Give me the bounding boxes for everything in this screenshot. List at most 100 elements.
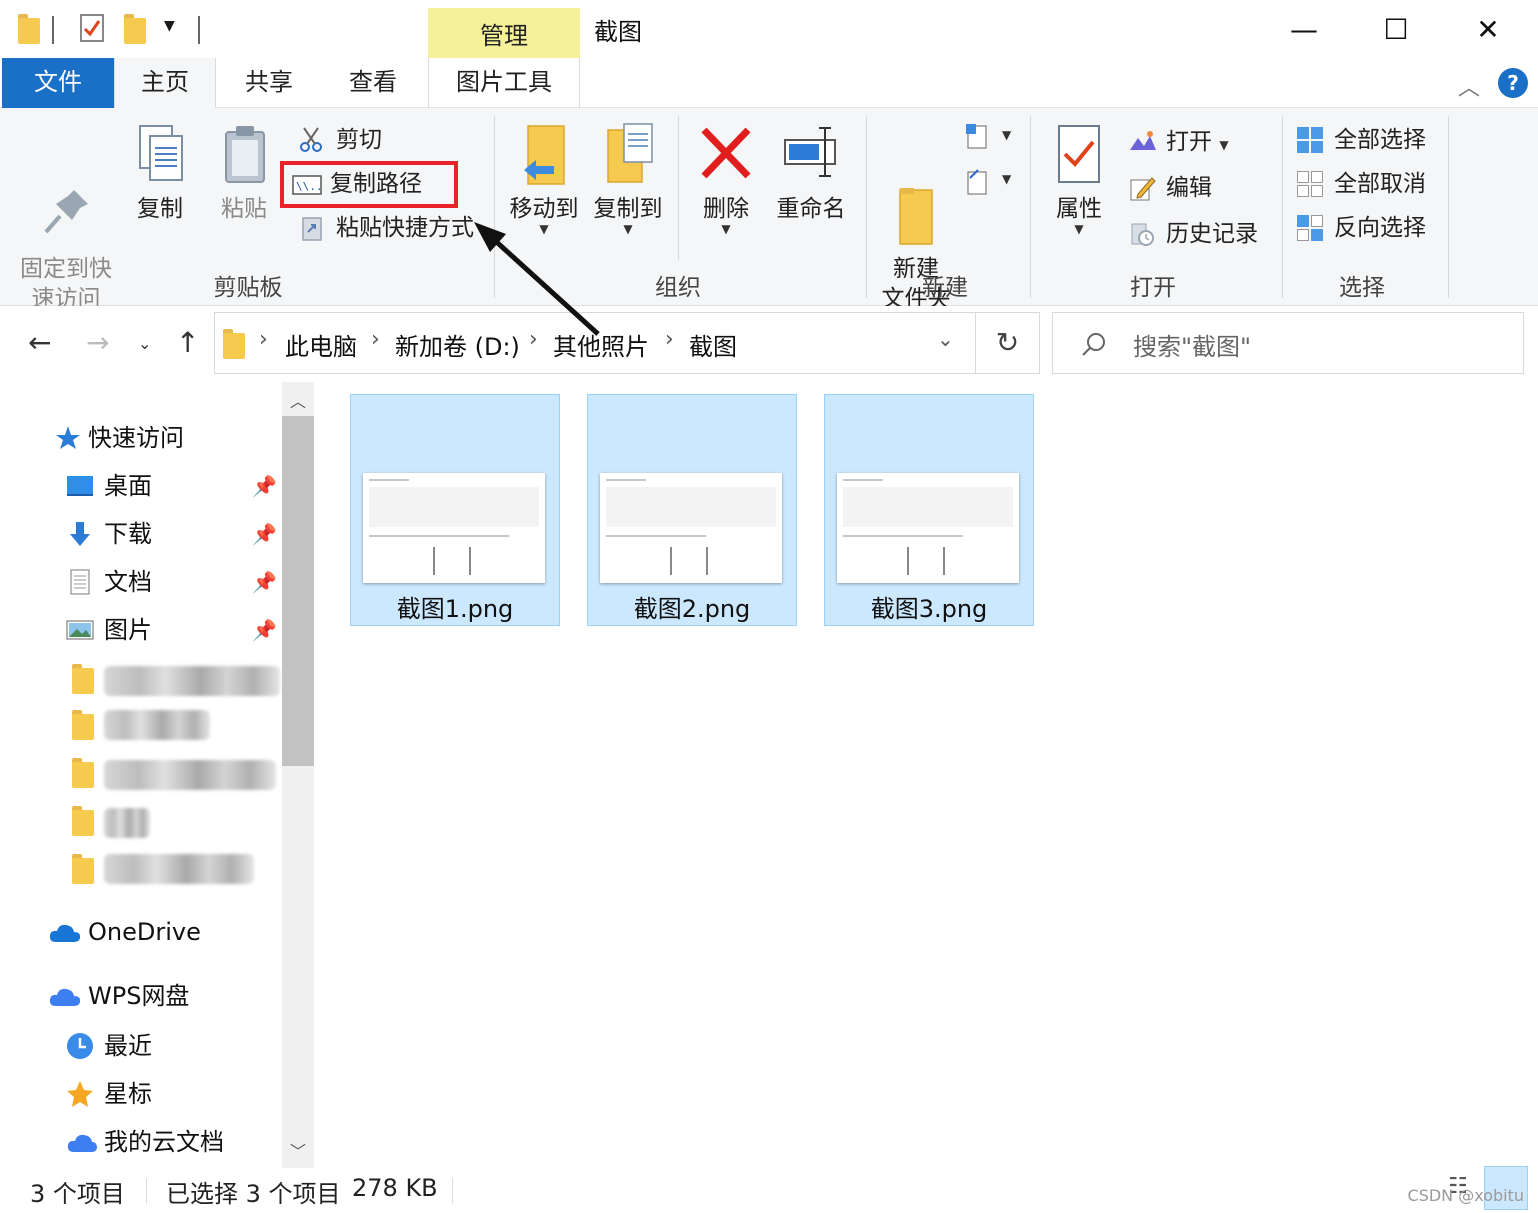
nav-starred[interactable]: 星标: [66, 1072, 152, 1116]
item-count: 3 个项目: [30, 1180, 125, 1208]
properties-button[interactable]: 属性 ▼: [1046, 120, 1112, 235]
pin-icon[interactable]: 📌: [252, 522, 277, 546]
search-placeholder: 搜索"截图": [1133, 333, 1252, 361]
nav-quick-access[interactable]: 快速访问: [54, 416, 184, 460]
chevron-down-icon: ▼: [1002, 128, 1012, 142]
tab-manage[interactable]: 管理: [428, 8, 580, 58]
nav-wps-drive[interactable]: WPS网盘: [48, 974, 189, 1018]
history-button[interactable]: 历史记录: [1128, 214, 1258, 254]
select-all-button[interactable]: 全部选择: [1296, 120, 1426, 160]
tab-view[interactable]: 查看: [322, 58, 424, 108]
open-button[interactable]: 打开 ▼: [1128, 122, 1229, 162]
invert-selection-icon: [1296, 214, 1324, 242]
open-label: 打开: [1166, 129, 1212, 155]
file-item[interactable]: 截图3.png: [824, 394, 1034, 626]
refresh-button[interactable]: ↻: [976, 312, 1040, 374]
nav-documents[interactable]: 文档: [66, 560, 152, 604]
group-divider: [494, 116, 495, 298]
chevron-right-icon[interactable]: ›: [665, 327, 674, 352]
breadcrumb-drive-d[interactable]: 新加卷 (D:): [395, 327, 520, 362]
redacted-folder-name[interactable]: [104, 760, 276, 790]
paste-button[interactable]: 粘贴: [212, 120, 276, 224]
folder-icon: [72, 664, 94, 694]
recent-locations-chevron-icon[interactable]: ⌄: [138, 334, 151, 353]
select-all-icon: [1296, 126, 1324, 154]
minimize-button[interactable]: —: [1274, 8, 1334, 52]
scrollbar-thumb[interactable]: [282, 416, 314, 766]
easy-access-button[interactable]: ▼: [964, 166, 1014, 196]
redacted-folder-name[interactable]: [104, 854, 254, 884]
folder-icon: [72, 710, 94, 740]
nav-recent[interactable]: 最近: [66, 1024, 152, 1068]
paste-shortcut-button[interactable]: 粘贴快捷方式: [298, 208, 474, 248]
back-arrow-icon[interactable]: ←: [28, 326, 51, 359]
cut-button[interactable]: 剪切: [298, 120, 382, 160]
edit-label: 编辑: [1166, 175, 1212, 201]
nav-label: 桌面: [104, 472, 152, 500]
scroll-up-arrow-icon[interactable]: ︿: [282, 388, 314, 412]
tab-share[interactable]: 共享: [218, 58, 320, 108]
properties-check-icon: [1049, 120, 1109, 190]
move-to-button[interactable]: 移动到 ▼: [506, 120, 582, 235]
open-icon: [1128, 128, 1156, 156]
nav-my-cloud-docs[interactable]: 我的云文档: [66, 1120, 224, 1164]
breadcrumb-screenshots[interactable]: 截图: [689, 327, 737, 362]
divider: [452, 1178, 453, 1204]
pin-quick-access-button[interactable]: 固定到快 速访问: [14, 120, 118, 314]
chevron-down-icon: ▼: [623, 222, 633, 236]
tab-home[interactable]: 主页: [114, 58, 216, 109]
quick-access-dropdown-icon[interactable]: ▼: [164, 18, 175, 34]
tab-picture-tools[interactable]: 图片工具: [428, 58, 580, 108]
copy-button[interactable]: 复制: [128, 120, 192, 224]
properties-quick-icon[interactable]: [80, 14, 104, 42]
new-folder-quick-icon[interactable]: [124, 14, 146, 44]
new-item-button[interactable]: ▼: [964, 122, 1014, 152]
copy-to-button[interactable]: 复制到 ▼: [590, 120, 666, 236]
pin-icon[interactable]: 📌: [252, 474, 277, 498]
group-label-select: 选择: [1339, 275, 1385, 301]
copy-label: 复制: [137, 196, 183, 222]
pin-icon[interactable]: 📌: [252, 570, 277, 594]
chevron-right-icon[interactable]: ›: [259, 327, 268, 352]
nav-onedrive[interactable]: OneDrive: [48, 910, 201, 954]
chevron-right-icon[interactable]: ›: [371, 327, 380, 352]
chevron-down-icon[interactable]: ⌄: [937, 327, 954, 351]
chevron-right-icon[interactable]: ›: [529, 327, 538, 352]
folder-icon: [72, 806, 94, 836]
file-item[interactable]: 截图1.png: [350, 394, 560, 626]
delete-button[interactable]: 删除 ▼: [694, 120, 758, 235]
tab-file[interactable]: 文件: [2, 58, 114, 108]
pin-icon[interactable]: 📌: [252, 618, 277, 642]
maximize-button[interactable]: ☐: [1366, 8, 1426, 52]
group-divider: [1282, 116, 1283, 298]
nav-label: 最近: [104, 1032, 152, 1060]
edit-button[interactable]: 编辑: [1128, 168, 1212, 208]
document-icon: [70, 569, 90, 595]
search-box[interactable]: 搜索"截图": [1052, 312, 1524, 374]
address-bar[interactable]: › 此电脑 › 新加卷 (D:) › 其他照片 › 截图 ⌄: [214, 312, 976, 374]
breadcrumb-other-photos[interactable]: 其他照片: [553, 327, 649, 362]
folder-icon: [18, 14, 40, 44]
redacted-folder-name[interactable]: [104, 666, 280, 696]
up-arrow-icon[interactable]: ↑: [176, 326, 199, 359]
scroll-down-arrow-icon[interactable]: ﹀: [282, 1138, 314, 1162]
nav-pictures[interactable]: 图片: [66, 608, 152, 652]
address-row: ← → ⌄ ↑ › 此电脑 › 新加卷 (D:) › 其他照片 › 截图 ⌄ ↻…: [0, 306, 1538, 382]
redacted-folder-name[interactable]: [104, 710, 210, 740]
selection-count: 已选择 3 个项目: [166, 1180, 341, 1208]
nav-desktop[interactable]: 桌面: [66, 464, 152, 508]
group-label-new: 新建: [922, 275, 968, 301]
select-none-button[interactable]: 全部取消: [1296, 164, 1426, 204]
rename-button[interactable]: 重命名: [772, 120, 850, 224]
breadcrumb-this-pc[interactable]: 此电脑: [285, 327, 357, 362]
invert-selection-button[interactable]: 反向选择: [1296, 208, 1426, 248]
star-icon: [56, 426, 80, 449]
help-button[interactable]: ?: [1498, 68, 1528, 98]
chevron-up-icon[interactable]: ︿: [1458, 70, 1480, 102]
file-item[interactable]: 截图2.png: [587, 394, 797, 626]
nav-downloads[interactable]: 下载: [66, 512, 152, 556]
close-button[interactable]: ✕: [1458, 8, 1518, 52]
nav-label: 图片: [104, 616, 152, 644]
redacted-folder-name[interactable]: [104, 808, 150, 838]
forward-arrow-icon[interactable]: →: [86, 326, 109, 359]
